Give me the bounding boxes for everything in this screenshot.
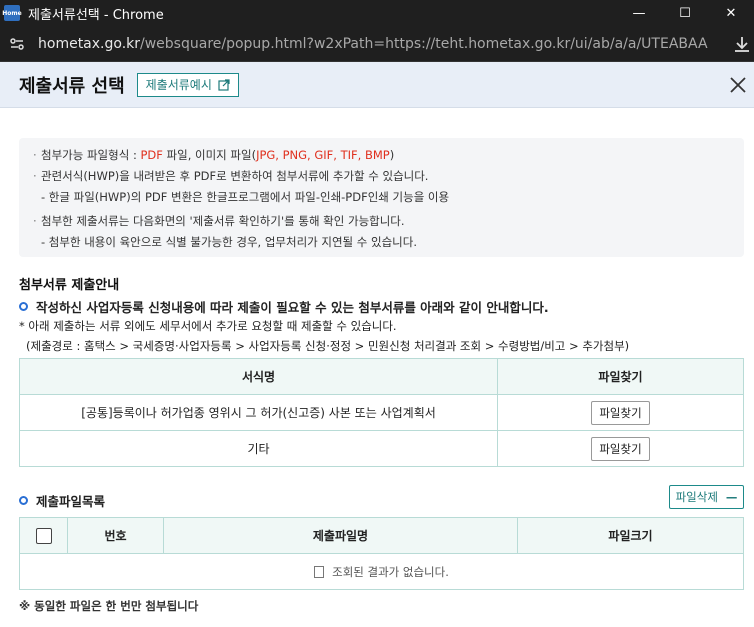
file-list-title: 제출파일목록	[19, 491, 105, 510]
url-text[interactable]: hometax.go.kr/websquare/popup.html?w2xPa…	[38, 36, 708, 52]
file-list-table: 번호 제출파일명 파일크기 조회된 결과가 없습니다.	[19, 517, 744, 590]
col-filesize: 파일크기	[517, 517, 744, 554]
document-icon	[314, 566, 325, 578]
hometax-logo-icon: Home	[2, 5, 22, 21]
external-link-icon	[218, 78, 230, 91]
table-row: [공통]등록이나 허가업종 영위시 그 허가(신고증) 사본 또는 사업계획서 …	[19, 394, 744, 431]
footer-note: ※ 동일한 파일은 한 번만 첨부됩니다	[19, 599, 199, 613]
find-file-button[interactable]: 파일찾기	[591, 436, 650, 461]
notice-hwp-sub: - 한글 파일(HWP)의 PDF 변환은 한글프로그램에서 파일-인쇄-PDF…	[41, 190, 450, 204]
col-filename: 제출파일명	[163, 517, 518, 554]
download-icon[interactable]	[732, 34, 752, 54]
select-all-checkbox[interactable]	[35, 527, 52, 544]
close-popup-icon[interactable]	[726, 73, 750, 97]
address-bar[interactable]: hometax.go.kr/websquare/popup.html?w2xPa…	[0, 26, 754, 62]
delete-file-button[interactable]: 파일삭제 —	[669, 485, 744, 509]
example-document-button[interactable]: 제출서류예시	[136, 72, 239, 97]
guide-lead: 작성하신 사업자등록 신청내용에 따라 제출이 필요할 수 있는 첨부서류를 아…	[19, 297, 549, 316]
form-name: 기타	[19, 430, 498, 467]
guide-path: (제출경로 : 홈택스 > 국세증명·사업자등록 > 사업자등록 신청·정정 >…	[26, 339, 630, 353]
site-settings-icon[interactable]	[2, 36, 32, 52]
empty-row: 조회된 결과가 없습니다.	[19, 553, 744, 590]
guide-note: * 아래 제출하는 서류 외에도 세무서에서 추가로 요청할 때 제출할 수 있…	[19, 319, 397, 333]
maximize-button[interactable]: ☐	[662, 0, 708, 26]
guide-title: 첨부서류 제출안내	[19, 278, 120, 293]
example-button-label: 제출서류예시	[145, 78, 212, 92]
minus-icon: —	[725, 490, 738, 504]
find-file-button[interactable]: 파일찾기	[591, 400, 650, 425]
form-table: 서식명 파일찾기 [공통]등록이나 허가업종 영위시 그 허가(신고증) 사본 …	[19, 358, 744, 467]
bullet-circle-icon	[19, 496, 28, 505]
bullet-circle-icon	[19, 302, 28, 311]
notice-hwp: · 관련서식(HWP)을 내려받은 후 PDF로 변환하여 첨부서류에 추가할 수…	[33, 169, 429, 183]
url-host: hometax.go.kr	[38, 35, 141, 52]
minimize-button[interactable]: —	[616, 0, 662, 26]
popup-header: 제출서류 선택 제출서류예시	[0, 62, 754, 108]
window-titlebar: Home 제출서류선택 - Chrome — ☐ ✕	[0, 0, 754, 26]
popup-title: 제출서류 선택	[19, 75, 125, 97]
notice-box: · 첨부가능 파일형식 : PDF 파일, 이미지 파일(JPG, PNG, GI…	[19, 138, 744, 257]
close-window-button[interactable]: ✕	[708, 0, 754, 26]
url-path: /websquare/popup.html?w2xPath=https://te…	[140, 35, 708, 52]
window-title: 제출서류선택 - Chrome	[28, 7, 164, 23]
form-header-name: 서식명	[19, 358, 498, 395]
form-name: [공통]등록이나 허가업종 영위시 그 허가(신고증) 사본 또는 사업계획서	[19, 394, 498, 431]
notice-confirm-sub: - 첨부한 내용이 육안으로 식별 불가능한 경우, 업무처리가 지연될 수 있…	[41, 235, 417, 249]
table-row: 기타 파일찾기	[19, 430, 744, 467]
notice-confirm: · 첨부한 제출서류는 다음화면의 '제출서류 확인하기'를 통해 확인 가능합니…	[33, 214, 405, 228]
empty-message: 조회된 결과가 없습니다.	[332, 564, 449, 579]
form-header-find: 파일찾기	[497, 358, 744, 395]
col-number: 번호	[67, 517, 164, 554]
notice-formats: · 첨부가능 파일형식 : PDF 파일, 이미지 파일(JPG, PNG, GI…	[33, 148, 395, 162]
